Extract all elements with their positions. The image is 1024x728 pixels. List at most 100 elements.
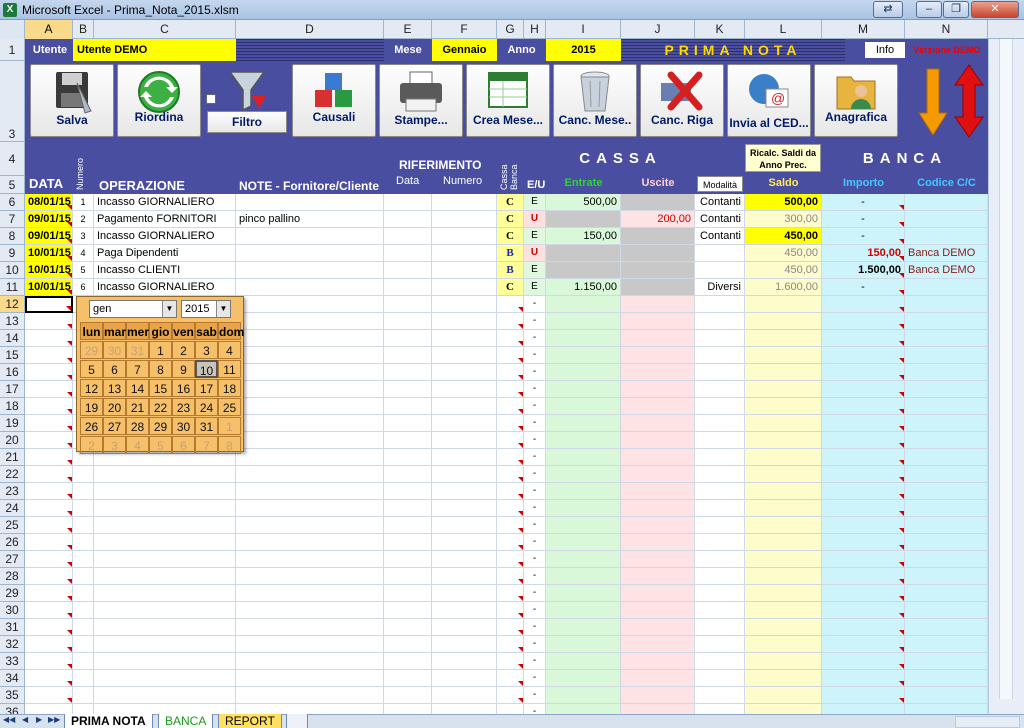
calendar-day[interactable]: 26 [80,417,103,435]
cell-saldo[interactable] [745,636,822,653]
cell-rif-numero[interactable] [432,568,497,585]
cell-cassa-banca[interactable] [497,415,524,432]
cell-numero[interactable] [73,704,94,714]
cell-rif-numero[interactable] [432,245,497,262]
cell-modalita[interactable] [695,330,745,347]
cell-rif-data[interactable] [384,636,432,653]
col-header-e[interactable]: E [384,20,432,39]
cell-eu[interactable]: - [524,551,546,568]
col-header-m[interactable]: M [822,20,905,39]
cell-uscite[interactable] [621,432,695,449]
cell-importo[interactable] [822,347,905,364]
calendar-day[interactable]: 4 [126,436,149,454]
cell-codice[interactable] [905,483,988,500]
col-header-i[interactable]: I [546,20,621,39]
row-header-27[interactable]: 27 [0,551,25,568]
row-header-28[interactable]: 28 [0,568,25,585]
cell-numero[interactable] [73,687,94,704]
cell-uscite[interactable] [621,330,695,347]
row-header-33[interactable]: 33 [0,653,25,670]
cell-rif-numero[interactable] [432,296,497,313]
cell-uscite[interactable] [621,653,695,670]
calendar-day[interactable]: 6 [103,360,126,378]
cell-modalita[interactable]: Contanti [695,228,745,245]
cell-entrate[interactable] [546,296,621,313]
cell-importo[interactable] [822,602,905,619]
cell-codice[interactable] [905,313,988,330]
cell-eu[interactable]: - [524,585,546,602]
cell-eu[interactable]: E [524,262,546,279]
cell-eu[interactable]: - [524,517,546,534]
cell-entrate[interactable] [546,653,621,670]
cell-note[interactable] [236,245,384,262]
cell-saldo[interactable] [745,381,822,398]
calendar-day[interactable]: 16 [172,379,195,397]
row-header-7[interactable]: 7 [0,211,25,228]
cell-cassa-banca[interactable] [497,534,524,551]
row-header-9[interactable]: 9 [0,245,25,262]
cell-rif-data[interactable] [384,568,432,585]
cell-uscite[interactable] [621,313,695,330]
cell-numero[interactable] [73,500,94,517]
next-sheet-icon[interactable]: ▶ [36,715,42,724]
cell-entrate[interactable] [546,211,621,228]
cell-rif-data[interactable] [384,483,432,500]
cell-data[interactable] [25,568,73,585]
calendar-day[interactable]: 28 [126,417,149,435]
cell-cassa-banca[interactable]: C [497,279,524,296]
cell-cassa-banca[interactable] [497,602,524,619]
cell-cassa-banca[interactable] [497,313,524,330]
cell-eu[interactable]: - [524,568,546,585]
cell-uscite[interactable] [621,347,695,364]
tab-prima-nota[interactable]: PRIMA NOTA [64,714,153,728]
cell-data[interactable]: 09/01/15 [25,211,73,228]
cell-importo[interactable] [822,432,905,449]
cell-rif-numero[interactable] [432,194,497,211]
cell-codice[interactable] [905,279,988,296]
calendar-day[interactable]: 1 [218,417,241,435]
cell-cassa-banca[interactable] [497,687,524,704]
cell-codice[interactable] [905,347,988,364]
cell-data[interactable] [25,636,73,653]
cell-rif-numero[interactable] [432,687,497,704]
calendar-day[interactable]: 31 [195,417,218,435]
cell-rif-data[interactable] [384,619,432,636]
cell-rif-data[interactable] [384,347,432,364]
cell-saldo[interactable] [745,330,822,347]
cell-rif-data[interactable] [384,313,432,330]
cell-uscite[interactable] [621,585,695,602]
cell-eu[interactable]: - [524,670,546,687]
cell-rif-numero[interactable] [432,483,497,500]
cell-eu[interactable]: - [524,636,546,653]
cell-rif-data[interactable] [384,432,432,449]
calendar-day[interactable]: 4 [218,341,241,359]
vertical-scrollbar[interactable] [988,39,1024,714]
cell-rif-data[interactable] [384,585,432,602]
cell-note[interactable] [236,313,384,330]
cell-codice[interactable] [905,432,988,449]
cell-cassa-banca[interactable]: B [497,245,524,262]
cell-uscite[interactable]: 200,00 [621,211,695,228]
cell-rif-numero[interactable] [432,279,497,296]
cell-codice[interactable] [905,687,988,704]
cell-rif-numero[interactable] [432,636,497,653]
cell-rif-data[interactable] [384,534,432,551]
cell-note[interactable] [236,398,384,415]
cell-note[interactable] [236,262,384,279]
cell-data[interactable] [25,364,73,381]
cell-numero[interactable]: 4 [73,245,94,262]
calendar-day[interactable]: 18 [218,379,241,397]
cell-importo[interactable] [822,636,905,653]
cell-rif-numero[interactable] [432,347,497,364]
cell-numero[interactable] [73,585,94,602]
cell-entrate[interactable] [546,500,621,517]
cell-data[interactable] [25,347,73,364]
row-header-15[interactable]: 15 [0,347,25,364]
cell-modalita[interactable] [695,534,745,551]
cell-note[interactable] [236,534,384,551]
cell-data[interactable] [25,602,73,619]
canc-mese-button[interactable]: Canc. Mese.. [553,64,637,137]
cell-data[interactable] [25,585,73,602]
cell-note[interactable] [236,636,384,653]
cell-numero[interactable]: 6 [73,279,94,296]
